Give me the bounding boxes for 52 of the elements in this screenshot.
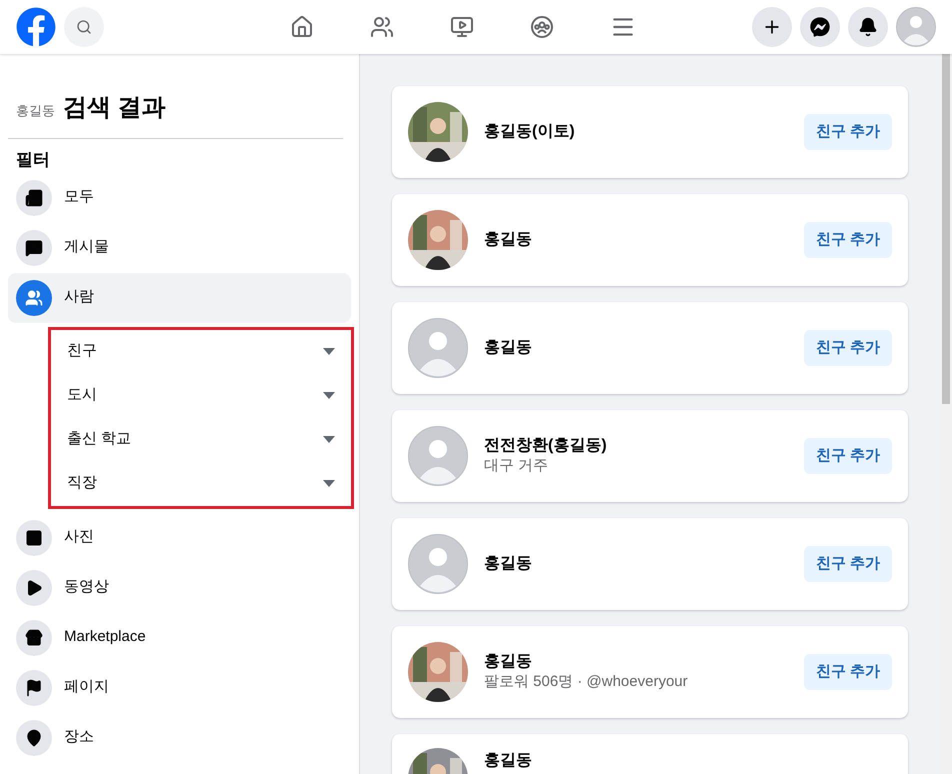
search-query: 홍길동 (16, 102, 55, 120)
video-icon[interactable] (450, 15, 474, 39)
subfilter-dropdown[interactable]: 직장 (51, 462, 351, 506)
person-detail: 대구 거주 (484, 456, 550, 476)
add-friend-button[interactable]: 친구 추가 (804, 546, 892, 582)
subfilter-dropdown[interactable]: 친구 (51, 330, 351, 374)
messenger-icon (810, 17, 830, 37)
messenger-button[interactable] (800, 7, 840, 47)
add-friend-button[interactable]: 친구 추가 (804, 438, 892, 474)
filter-item[interactable]: 동영상 (8, 562, 351, 612)
caret-icon (323, 436, 335, 443)
filter-heading: 필터 (15, 149, 51, 171)
add-friend-button[interactable]: 친구 추가 (804, 222, 892, 258)
person-name[interactable]: 홍길동 (484, 652, 792, 672)
subfilter-dropdown[interactable]: 출신 학교 (51, 418, 351, 462)
create-button[interactable] (752, 7, 792, 47)
filter-item[interactable]: 장소 (8, 712, 351, 762)
map-pin-icon (25, 728, 43, 746)
filter-item[interactable]: Marketplace (8, 612, 351, 662)
scrollbar[interactable] (940, 54, 952, 774)
group-icon[interactable] (530, 15, 554, 39)
search-icon (76, 19, 92, 35)
search-button[interactable] (64, 7, 104, 47)
person-name[interactable]: 홍길동 (484, 338, 792, 358)
caret-icon (323, 348, 335, 355)
person-name[interactable]: 전전창환(홍길동) (484, 436, 792, 456)
people-icon[interactable] (370, 15, 394, 39)
add-friend-button[interactable]: 친구 추가 (804, 114, 892, 150)
subfilter-dropdown[interactable]: 도시 (51, 374, 351, 418)
add-friend-button[interactable]: 친구 추가 (804, 330, 892, 366)
person-name[interactable]: 홍길동 (484, 230, 792, 250)
add-friend-button[interactable]: 친구 추가 (804, 654, 892, 690)
flag-icon (25, 678, 43, 696)
filter-item[interactable]: 사람 (8, 272, 351, 322)
filter-item[interactable]: 사진 (8, 512, 351, 562)
notifications-button[interactable] (848, 7, 888, 47)
filter-item[interactable]: 페이지 (8, 662, 351, 712)
page-title: 검색 결과 (63, 93, 166, 123)
people-icon (25, 288, 43, 306)
facebook-logo-icon[interactable] (16, 7, 56, 47)
bell-icon (858, 17, 878, 37)
person-name[interactable]: 홍길동(이토) (484, 122, 792, 142)
speech-bubble-icon (25, 238, 43, 256)
person-detail: 팔로워 506명 · @whoeveryour (484, 672, 689, 692)
filter-item[interactable]: 모두 (8, 172, 351, 222)
person-name[interactable]: 홍길동 (484, 751, 892, 771)
person-name[interactable]: 홍길동 (484, 554, 792, 574)
caret-icon (323, 392, 335, 399)
caret-icon (323, 480, 335, 487)
play-icon (25, 578, 43, 596)
home-icon[interactable] (290, 15, 314, 39)
filter-item[interactable]: 게시물 (8, 222, 351, 272)
